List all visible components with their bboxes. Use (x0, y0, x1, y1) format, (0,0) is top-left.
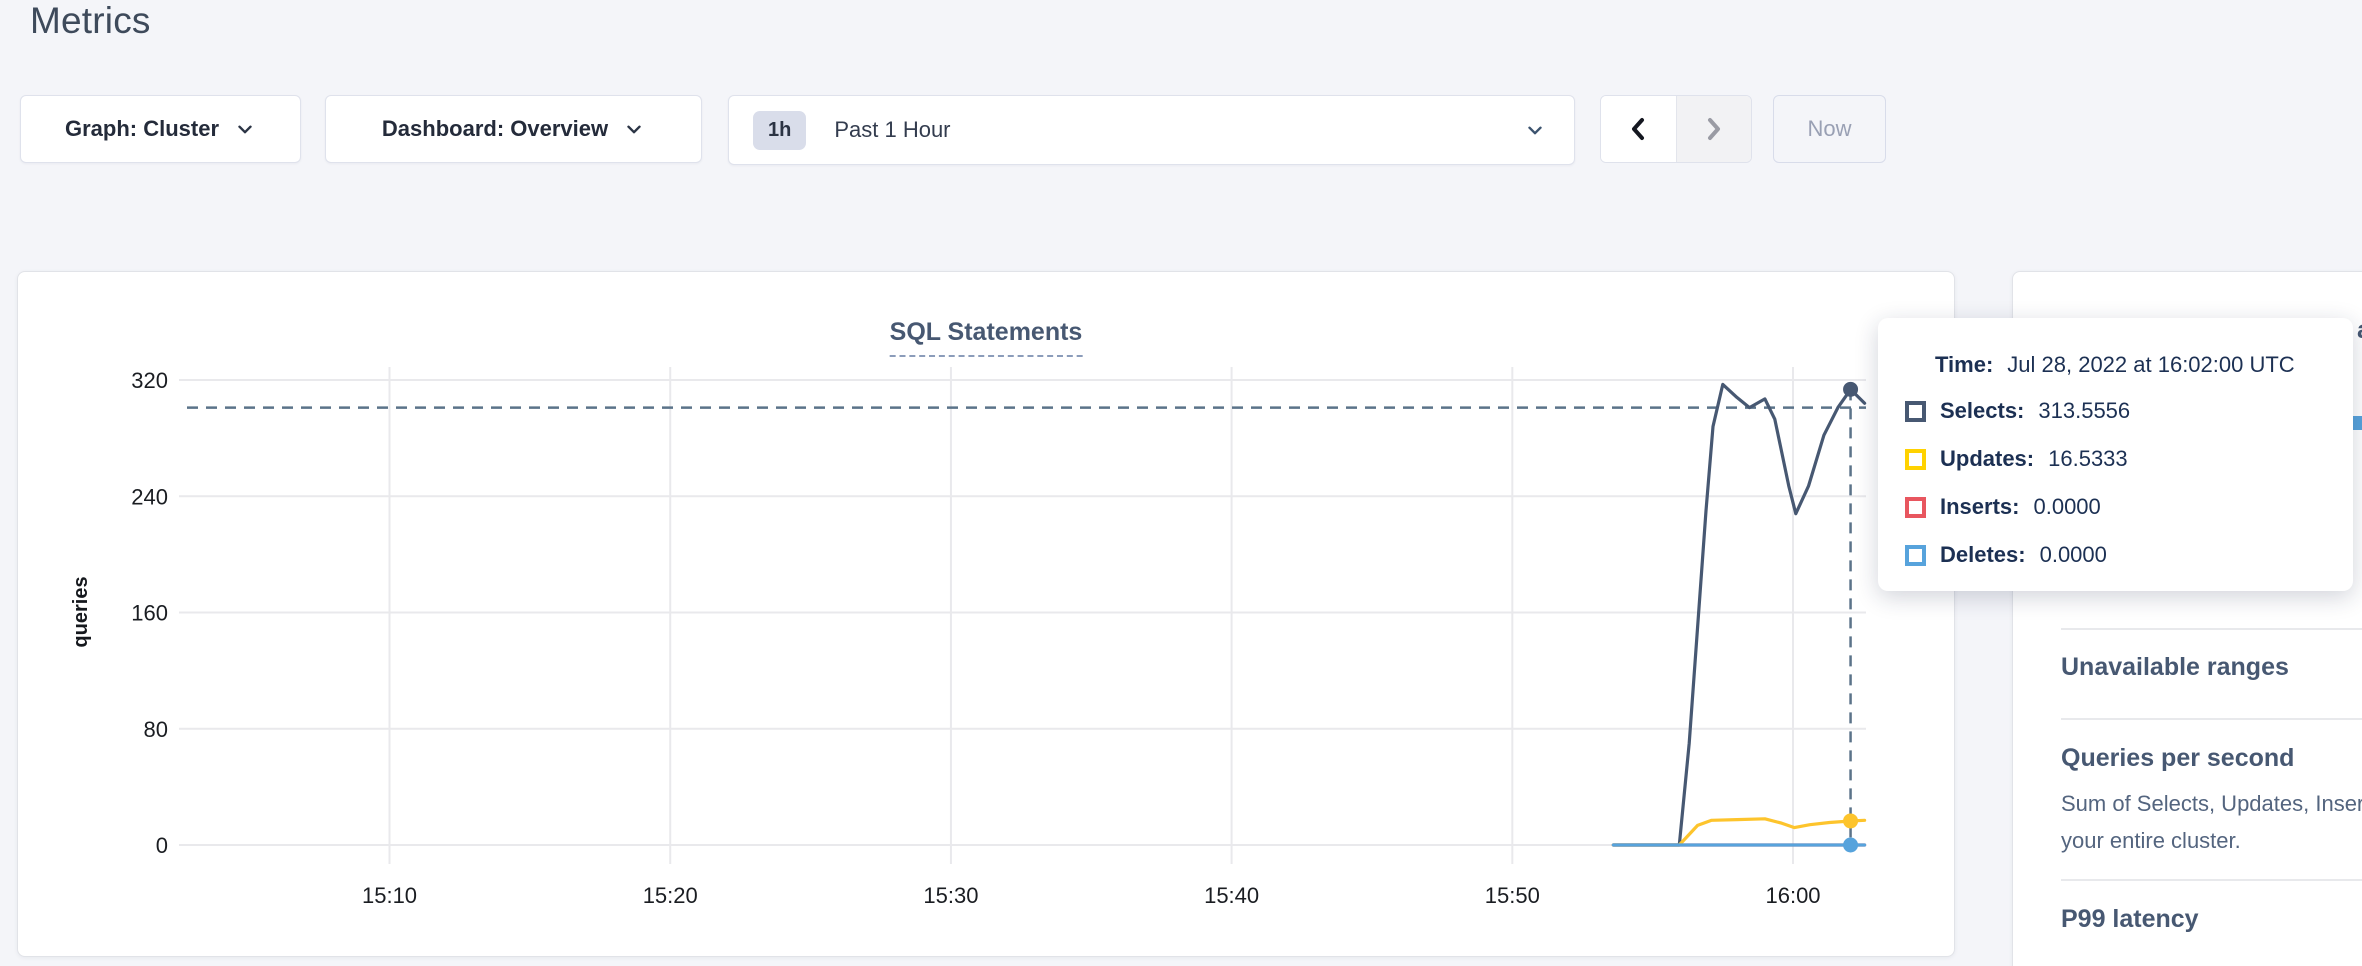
chevron-down-icon (234, 118, 256, 140)
side-heading-p99-latency: P99 latency (2061, 905, 2199, 934)
side-heading-unavailable-ranges: Unavailable ranges (2061, 653, 2289, 682)
svg-text:queries: queries (70, 576, 92, 647)
tooltip-time-value: Jul 28, 2022 at 16:02:00 UTC (2007, 352, 2294, 377)
sql-statements-chart-card: SQL Statements 08016024032015:1015:2015:… (17, 271, 1955, 957)
svg-text:0: 0 (156, 833, 168, 858)
inserts-swatch-icon (1905, 497, 1926, 518)
side-heading-queries-per-second: Queries per second (2061, 744, 2294, 773)
clipped-chart-title-fragment: a (2357, 316, 2362, 345)
time-range-label: Past 1 Hour (834, 117, 950, 143)
next-time-button[interactable] (1676, 96, 1752, 162)
updates-swatch-icon (1905, 449, 1926, 470)
svg-text:320: 320 (131, 368, 168, 393)
tooltip-row-updates: Updates:16.5333 (1905, 446, 2128, 472)
svg-text:80: 80 (144, 717, 168, 742)
tooltip-row-selects: Selects:313.5556 (1905, 398, 2130, 424)
svg-text:240: 240 (131, 484, 168, 509)
chevron-left-icon (1626, 114, 1650, 144)
page-title: Metrics (30, 0, 151, 42)
prev-time-button[interactable] (1601, 96, 1676, 162)
tooltip-time-row: Time: Jul 28, 2022 at 16:02:00 UTC (1935, 352, 2295, 378)
graph-dropdown-label: Graph: Cluster (65, 116, 219, 142)
now-button[interactable]: Now (1773, 95, 1886, 163)
divider (2061, 628, 2362, 630)
svg-text:15:50: 15:50 (1485, 883, 1540, 908)
dashboard-dropdown[interactable]: Dashboard: Overview (325, 95, 702, 163)
svg-text:15:10: 15:10 (362, 883, 417, 908)
chevron-right-icon (1702, 114, 1726, 144)
divider (2061, 718, 2362, 720)
chevron-down-icon (1524, 119, 1546, 141)
graph-dropdown[interactable]: Graph: Cluster (20, 95, 301, 163)
sql-statements-chart[interactable]: 0 80 160 240 320 15:10 15:20 15:30 15:40 15:50 16:… (18, 272, 1954, 956)
qps-description-line-2: your entire cluster. (2061, 828, 2241, 854)
dashboard-dropdown-label: Dashboard: Overview (382, 116, 608, 142)
svg-text:15:20: 15:20 (643, 883, 698, 908)
svg-text:15:30: 15:30 (923, 883, 978, 908)
chart-tooltip: Time: Jul 28, 2022 at 16:02:00 UTC Select… (1878, 318, 2353, 591)
qps-description-line-1: Sum of Selects, Updates, Inser (2061, 791, 2362, 817)
chevron-down-icon (623, 118, 645, 140)
metrics-page: Metrics Graph: Cluster Dashboard: Overvi… (0, 0, 2362, 966)
deletes-swatch-icon (1905, 545, 1926, 566)
time-range-badge: 1h (753, 111, 806, 150)
svg-text:16:00: 16:00 (1765, 883, 1820, 908)
svg-text:160: 160 (131, 601, 168, 626)
selects-swatch-icon (1905, 401, 1926, 422)
svg-text:15:40: 15:40 (1204, 883, 1259, 908)
tooltip-row-inserts: Inserts:0.0000 (1905, 494, 2101, 520)
time-nav-group (1600, 95, 1752, 163)
tooltip-row-deletes: Deletes:0.0000 (1905, 542, 2107, 568)
time-range-selector[interactable]: 1h Past 1 Hour (728, 95, 1575, 165)
divider (2061, 879, 2362, 881)
tooltip-time-label: Time: (1935, 352, 1993, 377)
